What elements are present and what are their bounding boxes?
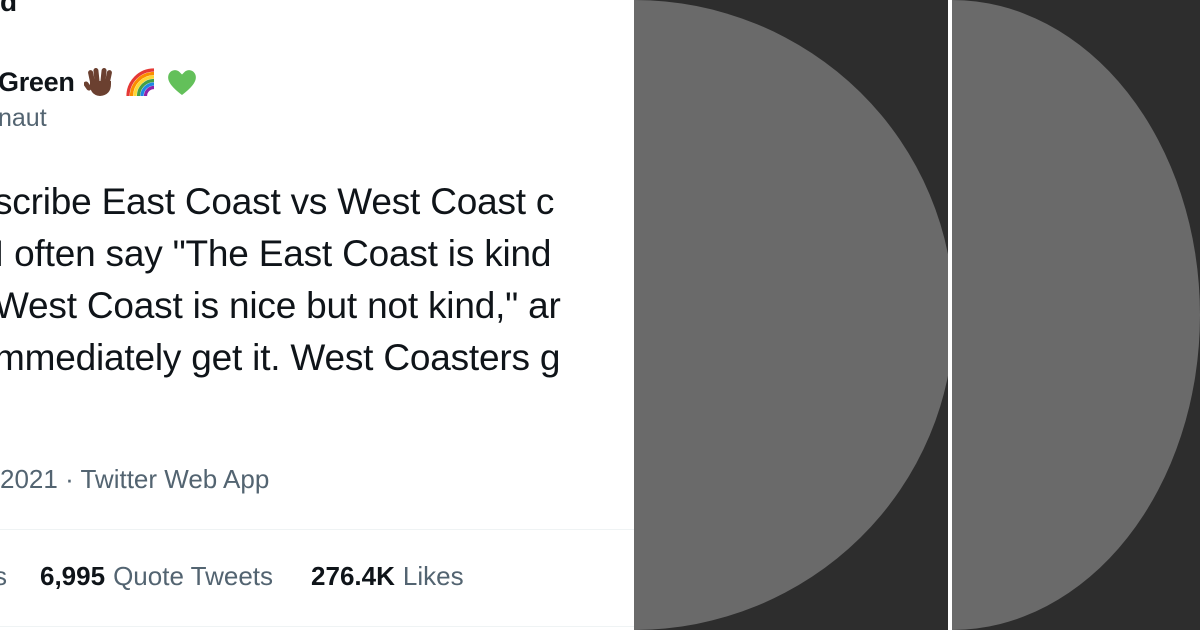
divider	[0, 529, 634, 530]
retweets-label: s	[0, 561, 7, 591]
truncated-header-text: d	[0, 0, 18, 17]
likes-stat[interactable]: 276.4K Likes	[311, 561, 464, 592]
author-display-name[interactable]: Green	[0, 67, 75, 98]
tweet-stats: s 6,995 Quote Tweets 276.4K Likes	[0, 561, 502, 592]
quote-tweets-label: Quote Tweets	[113, 561, 274, 591]
tweet-body: scribe East Coast vs West Coast c I ofte…	[0, 176, 634, 384]
author-row[interactable]: Green	[0, 62, 198, 102]
green-heart-icon	[166, 66, 198, 98]
half-circle-panel-left	[634, 0, 948, 630]
vulcan-salute-icon	[83, 66, 116, 98]
half-circle-panel-right	[952, 0, 1200, 630]
author-handle[interactable]: naut	[0, 104, 47, 133]
quote-tweets-count: 6,995	[40, 561, 106, 591]
likes-label: Likes	[402, 561, 464, 591]
half-circle-graphic	[634, 0, 948, 630]
divider	[0, 626, 634, 627]
retweets-stat[interactable]: s	[0, 561, 28, 592]
tweet-timestamp-source[interactable]: 2021 · Twitter Web App	[0, 464, 269, 495]
quote-tweets-stat[interactable]: 6,995 Quote Tweets	[40, 561, 273, 592]
tweet-text-line: mmediately get it. West Coasters g	[0, 337, 561, 378]
likes-count: 276.4K	[311, 561, 395, 591]
rainbow-icon	[125, 66, 157, 98]
tweet-text-line: West Coast is nice but not kind," ar	[0, 285, 561, 326]
tweet-text-line: scribe East Coast vs West Coast c	[0, 181, 555, 222]
tweet-text-line: I often say "The East Coast is kind	[0, 233, 552, 274]
tweet-card: d Green naut scribe East Coast vs West C…	[0, 0, 634, 630]
half-circle-graphic	[952, 0, 1200, 630]
